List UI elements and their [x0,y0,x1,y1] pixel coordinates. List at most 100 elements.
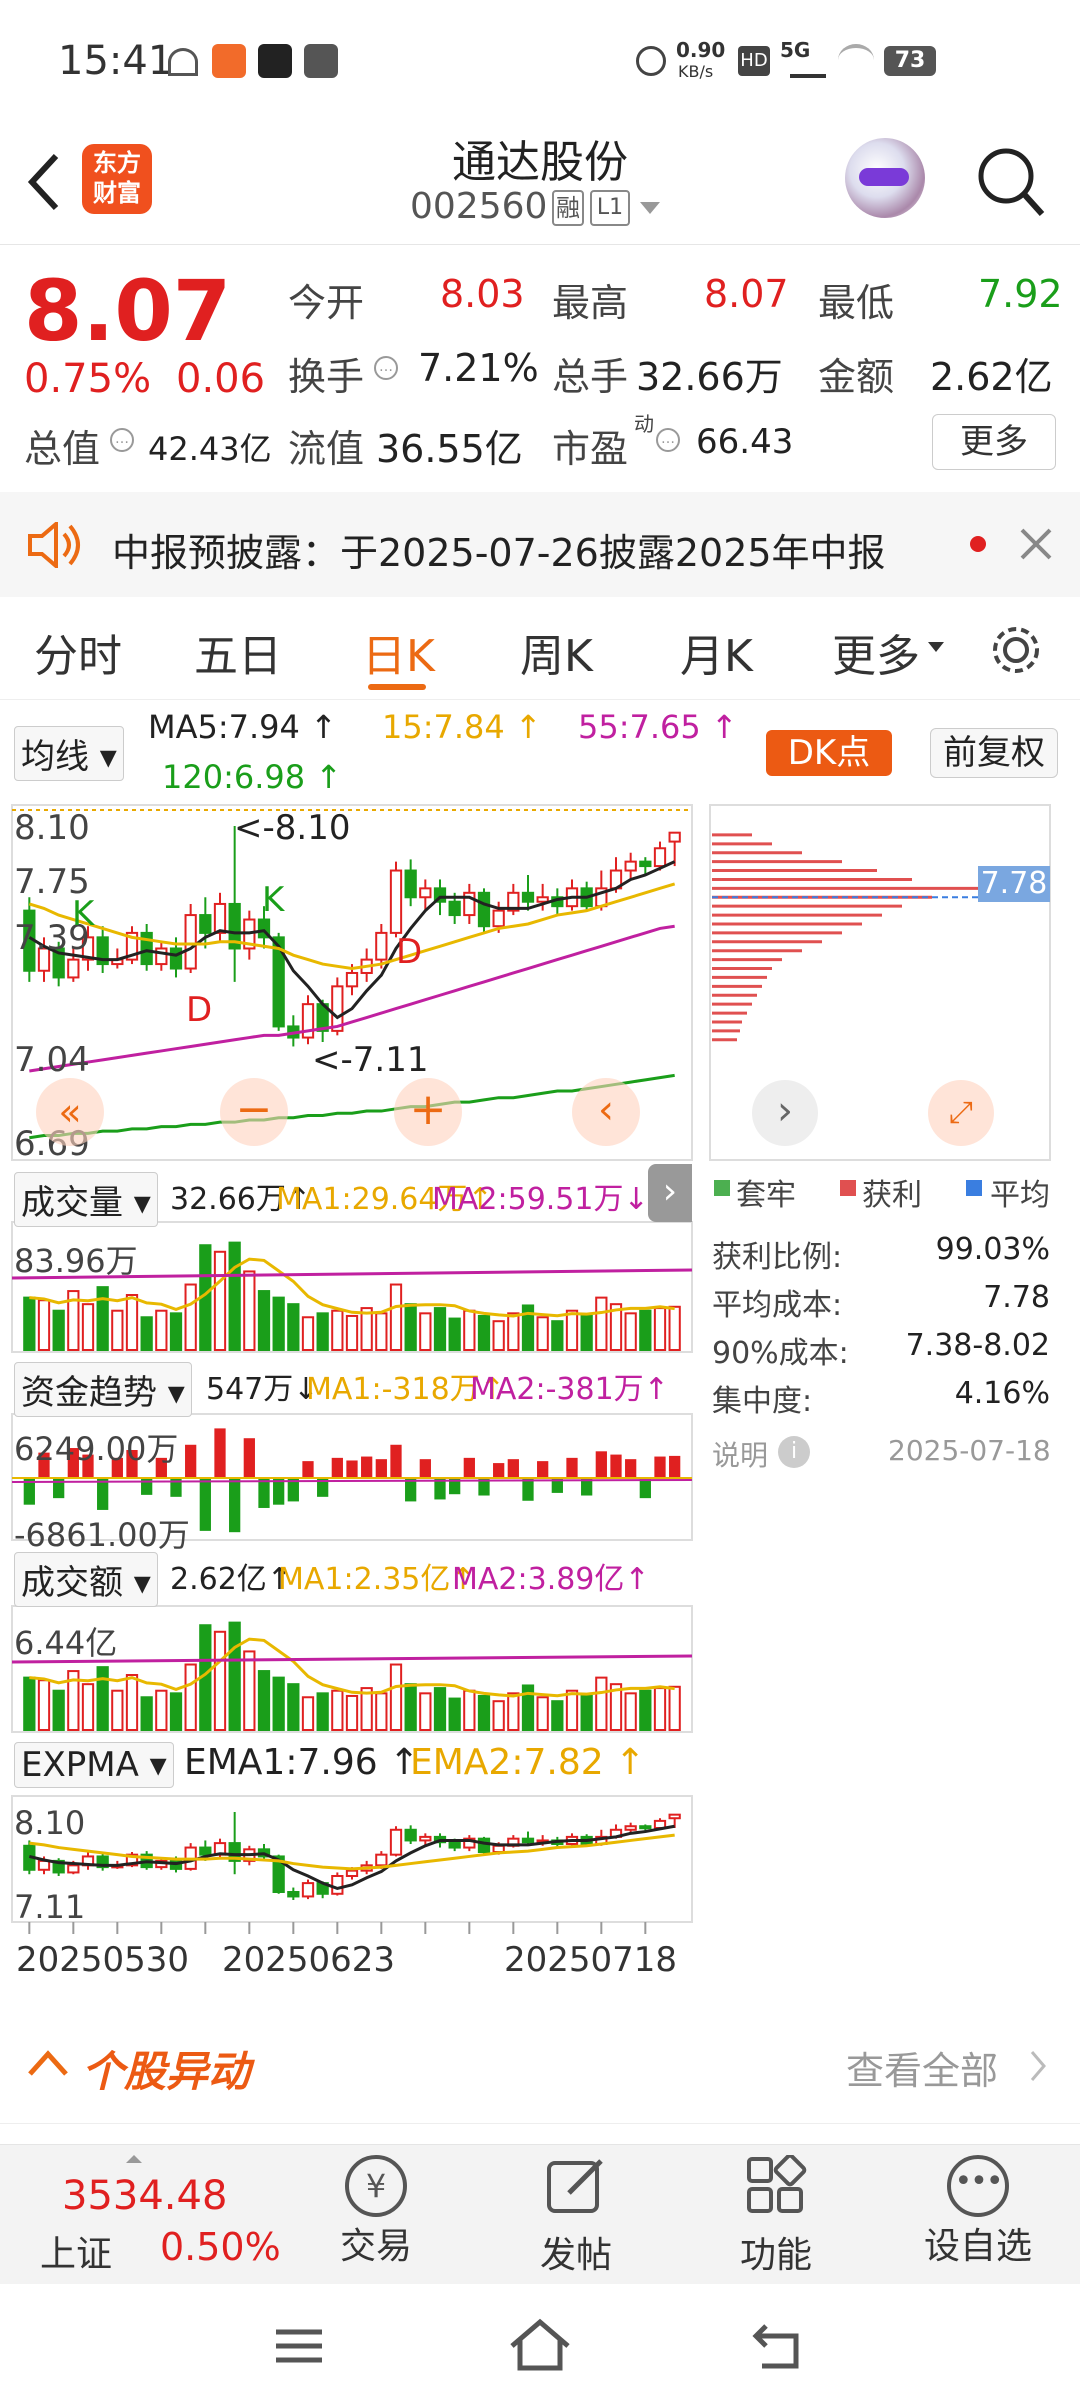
chip-row-label: 集中度: [712,1384,813,1419]
volume-bar [228,1241,241,1351]
amount-bar [155,1689,168,1731]
back-nav-icon[interactable] [752,2322,808,2370]
volume-bar [140,1316,153,1352]
fund-bar [331,1457,343,1479]
nav-post[interactable]: 发帖 [506,2155,646,2278]
expma-candle-body [37,1859,51,1871]
amount-bar [551,1700,564,1731]
kline-chart-area[interactable] [0,0,1080,2140]
candle-body [389,869,403,934]
fund-ma2: MA2:-381万↑ [470,1372,669,1407]
amount-bar [243,1650,256,1732]
amount-bar [419,1692,432,1732]
chip-row-label: 平均成本: [712,1288,843,1323]
volume-bar [155,1309,168,1351]
chip-row-value: 7.38-8.02 [905,1328,1050,1363]
d-marker: D [186,990,213,1030]
zoom-out-button[interactable]: − [220,1078,288,1146]
volume-bar [96,1286,109,1351]
step-left-button[interactable]: ‹ [572,1078,640,1146]
candle-body [184,914,197,970]
amount-bar [507,1692,520,1732]
amount-bar [433,1687,447,1731]
expand-icon[interactable]: ⤢ [928,1080,994,1146]
amount-bar [580,1694,593,1732]
volume-bar [125,1294,139,1351]
fund-selector[interactable]: 资金趋势 ▾ [14,1362,192,1417]
volume-selector[interactable]: 成交量 ▾ [14,1172,158,1227]
y-label: 7.04 [14,1040,90,1080]
chip-next-button[interactable]: › [752,1080,818,1146]
amount-bar [125,1674,139,1731]
amount-selector[interactable]: 成交额 ▾ [14,1552,158,1607]
expma-candle-body [375,1853,388,1867]
more-dots-icon: ••• [947,2155,1009,2217]
expma-selector-label: EXPMA [21,1745,139,1785]
volume-selector-label: 成交量 [21,1183,123,1223]
fund-current: 547万↓ [206,1372,319,1407]
volume-bar [536,1316,549,1352]
index-value[interactable]: 3534.48 [62,2173,227,2219]
volume-bar [463,1309,476,1351]
volume-bar [551,1320,564,1351]
legend-average: 平均 [990,1178,1050,1213]
trade-yen-icon: ¥ [345,2155,407,2217]
volume-bar [243,1270,256,1352]
expma-selector[interactable]: EXPMA ▾ [14,1742,174,1788]
amount-bar [257,1670,271,1731]
scroll-left-button[interactable]: « [36,1078,104,1146]
fund-bar [214,1428,226,1479]
nav-functions[interactable]: 功能 [706,2153,846,2278]
amount-bar [272,1676,285,1731]
amount-bar [301,1696,315,1732]
fund-bar [302,1461,314,1479]
candle-body [199,914,212,934]
legend-profit-swatch [840,1180,856,1196]
candle-body [404,869,417,899]
volume-bar [419,1312,432,1352]
nav-add-watchlist[interactable]: ••• 设自选 [908,2155,1048,2269]
fund-bar [507,1459,519,1479]
amount-bar [96,1666,109,1731]
expma-candle-body [492,1844,505,1854]
candle-body [624,860,637,872]
edit-icon [547,2159,603,2213]
chip-note-label[interactable]: 说明 [712,1434,768,1474]
view-all-link[interactable]: 查看全部 [846,2040,998,2095]
help-icon[interactable]: i [778,1436,810,1468]
volume-bar [375,1312,388,1352]
y-label: 8.10 [14,808,90,848]
volume-bar [345,1314,359,1352]
amount-bar [52,1689,65,1731]
candle-body [213,902,227,934]
index-switch-icon[interactable] [126,2155,142,2163]
volume-bar [668,1305,681,1352]
amount-bar [287,1683,300,1731]
volume-bar [257,1290,271,1351]
fund-bar [361,1456,373,1479]
amount-bar [463,1689,476,1731]
expand-panel-button[interactable]: › [648,1164,692,1222]
x-label: 20250623 [222,1940,396,1980]
expma-candle-body [301,1882,315,1898]
legend-profit: 获利 [862,1178,922,1213]
chip-date: 2025-07-18 [888,1434,1051,1467]
home-icon[interactable] [508,2318,572,2372]
amount-bar [639,1689,652,1731]
chevron-up-icon[interactable] [26,2048,70,2078]
nav-trade[interactable]: ¥ 交易 [306,2155,446,2269]
zoom-in-button[interactable]: + [394,1078,462,1146]
nav-add-watchlist-label: 设自选 [923,2226,1032,2267]
volume-y-top: 83.96万 [14,1242,138,1280]
fund-bar [654,1456,666,1479]
menu-icon[interactable] [274,2326,324,2366]
expma-candle-body [639,1825,652,1830]
volume-bar [595,1296,608,1351]
amount-bar [492,1700,505,1731]
expma-y-top: 8.10 [14,1804,86,1842]
fund-bar [463,1457,475,1479]
amount-bar [81,1683,95,1731]
volume-bar [331,1309,344,1351]
chip-row-label: 90%成本: [712,1336,849,1371]
fund-selector-label: 资金趋势 [21,1373,157,1413]
